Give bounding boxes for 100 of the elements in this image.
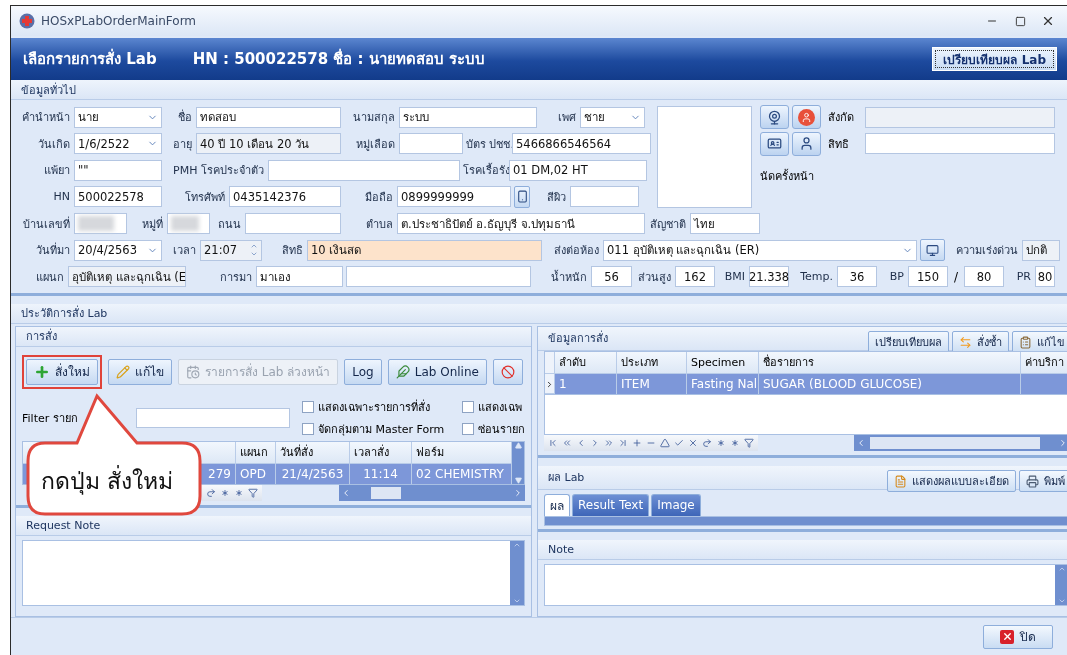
time-spinner[interactable]: 21:07 <box>200 239 262 261</box>
text-field[interactable]: ต.ประชาธิปัตย์ อ.ธัญบุรี จ.ปทุมธานี <box>397 213 645 234</box>
text-field[interactable]: ทดสอบ <box>196 106 341 128</box>
field-label: วันที่มา <box>35 241 71 259</box>
column-header[interactable]: แผนก <box>236 441 276 464</box>
readonly-field[interactable]: อุบัติเหตุ และฉุกเฉิน (E <box>68 266 186 287</box>
number-field[interactable]: 56 <box>591 266 632 287</box>
field-label: ถนน <box>217 216 242 233</box>
dropdown-field[interactable]: นาย <box>74 106 162 128</box>
number-field[interactable]: 80 <box>1035 266 1055 287</box>
filter-label: Filter รายก <box>22 410 79 427</box>
panel-button[interactable]: แก้ไข <box>1012 331 1067 353</box>
column-header[interactable]: ค่าบริกา <box>1021 351 1067 374</box>
dropdown-field[interactable]: 1/6/2522 <box>74 133 162 154</box>
column-header[interactable]: ประเภท <box>617 351 687 374</box>
section-title: ข้อมูลทั่วไป <box>21 81 76 99</box>
text-field[interactable]: ระบบ <box>399 106 537 128</box>
field-label: สิทธิ <box>281 243 304 259</box>
field-label: มือถือ <box>364 189 394 206</box>
column-header[interactable]: ลำดับ <box>555 351 617 374</box>
number-field[interactable]: 162 <box>675 266 715 287</box>
text-field[interactable]: 500022578 <box>74 186 162 207</box>
checkbox-label: ซ่อนรายก <box>478 421 525 438</box>
tab[interactable]: Image <box>651 493 701 516</box>
field-label: HN <box>52 190 71 203</box>
table-cell: OPD <box>236 463 276 484</box>
column-header[interactable]: ฟอร์ม <box>412 441 512 464</box>
number-field[interactable]: 21.338 <box>749 266 789 287</box>
column-header[interactable]: วันที่สั่ง <box>276 441 350 464</box>
text-field[interactable]: ไทย <box>690 213 760 234</box>
field-label: PR <box>1015 270 1032 283</box>
window-title: HOSxPLabOrderMainForm <box>41 14 198 28</box>
field-label: สัญชาติ <box>649 216 687 233</box>
tab[interactable]: Result Text <box>572 493 650 516</box>
field-label: ชื่อ <box>177 108 193 126</box>
text-field[interactable]: "" <box>74 159 162 181</box>
field-label: โทรศัพท์ <box>184 189 226 206</box>
panel-title: Request Note <box>26 518 101 532</box>
patient-title: HN : 500022578 ชื่อ : นายทดสอบ ระบบ <box>192 47 485 70</box>
field-label: ส่วนสูง <box>637 269 672 286</box>
section-title: ประวัติการสั่ง Lab <box>21 304 108 322</box>
panel-button[interactable]: เปรียบเทียบผล <box>868 331 949 353</box>
number-field[interactable]: 80 <box>964 266 1004 287</box>
text-field[interactable]: 0435142376 <box>229 186 341 207</box>
field-label: บัตร ปชช. <box>466 136 512 153</box>
field-label: บ้านเลขที่ <box>22 215 71 233</box>
next-appointment-label: นัดครั้งหน้า <box>760 168 815 185</box>
field-label: ส่งต่อห้อง <box>553 243 600 259</box>
table-cell: SUGAR (BLOOD GLUCOSE) <box>759 373 1021 394</box>
field-label: เพศ <box>557 110 577 126</box>
field-label: วันเกิด <box>37 136 71 153</box>
column-header[interactable]: Specimen <box>687 351 759 374</box>
field-label: PMH โรคประจำตัว <box>172 163 265 179</box>
field-label: หมู่เลือด <box>355 136 396 153</box>
panel-button[interactable]: แสดงผลแบบละเอียด <box>887 470 1016 492</box>
number-field[interactable]: 36 <box>837 266 877 287</box>
toolbar-button[interactable]: แก้ไข <box>108 358 172 385</box>
field-label: เวลา <box>172 243 197 259</box>
table-cell: 11:14 <box>350 463 412 484</box>
field-label: นามสกุล <box>352 110 396 126</box>
text-field[interactable]: 0899999999 <box>397 186 511 207</box>
compare-lab-button[interactable]: เปรียบเทียบผล Lab <box>932 47 1057 71</box>
tab[interactable]: ผล <box>544 493 570 516</box>
text-field[interactable]: 5466866546564 <box>512 133 651 154</box>
field-label: Temp. <box>799 270 834 283</box>
close-form-button[interactable]: ปิด <box>983 624 1053 649</box>
table-cell: 02 CHEMISTRY <box>412 463 512 484</box>
readonly-field[interactable]: ปกติ <box>1022 239 1060 261</box>
field-label: แพ้ยา <box>43 163 71 179</box>
table-cell: 1 <box>555 373 617 394</box>
panel-title: ผล Lab <box>548 470 585 486</box>
table-cell: Fasting Nal <box>687 373 759 394</box>
toolbar-button[interactable]: สั่งใหม่ <box>26 358 98 385</box>
text-field[interactable]: 01 DM,02 HT <box>509 159 647 181</box>
field-label: ตำบล <box>365 216 394 233</box>
dropdown-field[interactable]: 011 อุบัติเหตุ และฉุกเฉิน (ER) <box>603 239 917 261</box>
field-label: การมา <box>219 269 253 286</box>
text-field[interactable]: มาเอง <box>256 266 343 287</box>
panel-title: ข้อมูลการสั่ง <box>548 329 608 347</box>
field-label: น้ำหนัก <box>550 269 588 286</box>
panel-button[interactable]: พิมพ์ <box>1019 470 1067 492</box>
toolbar-button[interactable]: Lab Online <box>387 358 487 385</box>
checkbox-label: แสดงเฉพาะรายการที่สั่ง <box>318 398 430 416</box>
number-field[interactable]: 150 <box>908 266 948 287</box>
panel-title: Note <box>548 542 575 556</box>
readonly-field[interactable]: 40 ปี 10 เดือน 20 วัน <box>196 133 341 154</box>
field-label: หมู่ที่ <box>141 215 164 233</box>
field-label: อายุ <box>172 136 193 153</box>
panel-button[interactable]: สั่งซ้ำ <box>952 331 1009 353</box>
field-label: BMI <box>723 270 746 283</box>
column-header[interactable]: ชื่อรายการ <box>759 351 1021 374</box>
readonly-field[interactable]: 10 เงินสด <box>307 239 542 261</box>
column-header[interactable]: เวลาสั่ง <box>350 441 412 464</box>
dropdown-field[interactable]: ชาย <box>580 106 645 128</box>
toolbar-button[interactable]: Log <box>344 358 382 385</box>
dropdown-field[interactable]: 20/4/2563 <box>74 239 162 261</box>
field-label: สังกัด <box>828 110 855 126</box>
checkbox-label: แสดงเฉพ <box>478 399 522 416</box>
field-label: คำนำหน้า <box>21 110 71 126</box>
slash-text: / <box>952 269 959 284</box>
